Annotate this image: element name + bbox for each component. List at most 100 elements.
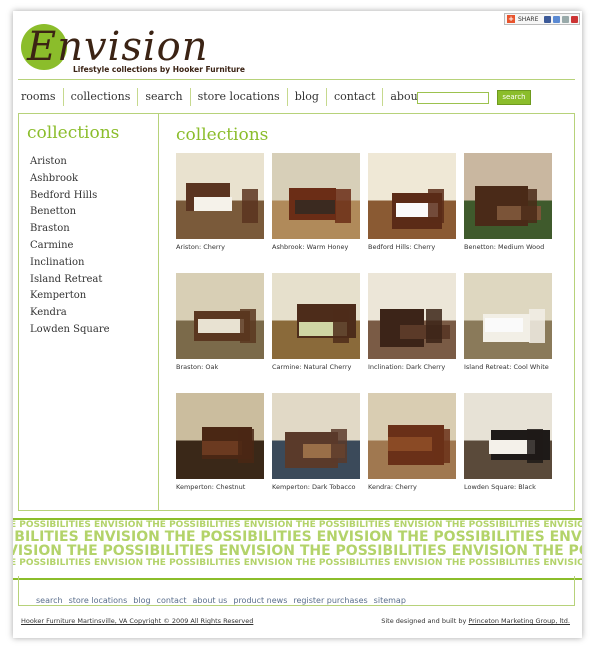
logo-tagline: Lifestyle collections by Hooker Furnitur… xyxy=(73,65,245,74)
banner-line: E POSSIBILITIES ENVISION THE POSSIBILITI… xyxy=(13,558,582,568)
furniture-side xyxy=(335,189,351,223)
share-button[interactable]: + SHARE xyxy=(504,13,580,25)
search-button[interactable]: search xyxy=(497,90,531,105)
header-rule xyxy=(18,79,575,80)
collection-card[interactable]: Kemperton: Dark Tobacco xyxy=(272,393,360,491)
sidebar-item-kendra[interactable]: Kendra xyxy=(30,305,110,322)
furniture-accent xyxy=(198,319,244,333)
page: + SHARE Envision Lifestyle collections b… xyxy=(13,11,582,638)
facebook-icon[interactable] xyxy=(544,15,552,23)
sidebar-item-benetton[interactable]: Benetton xyxy=(30,204,110,221)
delicious-icon[interactable] xyxy=(553,15,561,23)
sidebar-list: Ariston Ashbrook Bedford Hills Benetton … xyxy=(30,154,110,339)
collection-card[interactable]: Ashbrook: Warm Honey xyxy=(272,153,360,251)
column-divider xyxy=(158,113,159,511)
sidebar-item-kemperton[interactable]: Kemperton xyxy=(30,288,110,305)
collection-card[interactable]: Carmine: Natural Cherry xyxy=(272,273,360,371)
furniture-side xyxy=(426,309,442,343)
furniture-side xyxy=(521,189,537,223)
collection-caption: Ariston: Cherry xyxy=(176,243,225,251)
sidebar-item-ariston[interactable]: Ariston xyxy=(30,154,110,171)
collection-caption: Braston: Oak xyxy=(176,363,219,371)
collection-thumbnail[interactable] xyxy=(176,153,264,239)
collection-card[interactable]: Bedford Hills: Cherry xyxy=(368,153,456,251)
collection-card[interactable]: Kemperton: Chestnut xyxy=(176,393,264,491)
logo-wordmark: Envision xyxy=(27,24,209,70)
collection-thumbnail[interactable] xyxy=(272,273,360,359)
main-nav: rooms collections search store locations… xyxy=(18,87,445,107)
nav-collections[interactable]: collections xyxy=(62,88,138,106)
collection-card[interactable]: Kendra: Cherry xyxy=(368,393,456,491)
nav-search[interactable]: search xyxy=(137,88,189,106)
sidebar-item-bedford-hills[interactable]: Bedford Hills xyxy=(30,188,110,205)
sidebar-item-lowden-square[interactable]: Lowden Square xyxy=(30,322,110,339)
collection-thumbnail[interactable] xyxy=(272,153,360,239)
collection-card[interactable]: Benetton: Medium Wood xyxy=(464,153,552,251)
credit-link[interactable]: Princeton Marketing Group, ltd. xyxy=(468,617,570,625)
sidebar-item-inclination[interactable]: Inclination xyxy=(30,255,110,272)
footer-nav: search store locations blog contact abou… xyxy=(36,596,406,605)
site-credit: Site designed and built by Princeton Mar… xyxy=(381,617,570,625)
sidebar-item-island-retreat[interactable]: Island Retreat xyxy=(30,272,110,289)
footer-link-product-news[interactable]: product news xyxy=(233,596,287,605)
collection-caption: Kemperton: Chestnut xyxy=(176,483,246,491)
sidebar-item-ashbrook[interactable]: Ashbrook xyxy=(30,171,110,188)
footer-link-sitemap[interactable]: sitemap xyxy=(374,596,406,605)
furniture-accent xyxy=(202,441,242,455)
collection-caption: Kendra: Cherry xyxy=(368,483,417,491)
collection-caption: Lowden Square: Black xyxy=(464,483,536,491)
sidebar-item-braston[interactable]: Braston xyxy=(30,221,110,238)
sidebar-title: collections xyxy=(27,123,120,143)
nav-store-locations[interactable]: store locations xyxy=(189,88,287,106)
collection-caption: Kemperton: Dark Tobacco xyxy=(272,483,356,491)
collection-caption: Island Retreat: Cool White xyxy=(464,363,549,371)
furniture-accent xyxy=(485,318,523,332)
furniture-accent xyxy=(400,325,450,339)
possibilities-banner: E POSSIBILITIES ENVISION THE POSSIBILITI… xyxy=(13,518,582,580)
furniture-side xyxy=(428,189,444,223)
share-label: SHARE xyxy=(518,15,539,23)
collection-card[interactable]: Inclination: Dark Cherry xyxy=(368,273,456,371)
furniture-side xyxy=(434,429,450,463)
collection-caption: Ashbrook: Warm Honey xyxy=(272,243,349,251)
copyright-link[interactable]: Hooker Furniture Martinsville, VA Copyri… xyxy=(21,617,253,625)
sidebar-item-carmine[interactable]: Carmine xyxy=(30,238,110,255)
collection-thumbnail[interactable] xyxy=(464,153,552,239)
credit-prefix: Site designed and built by xyxy=(381,617,467,625)
collection-card[interactable]: Braston: Oak xyxy=(176,273,264,371)
collection-thumbnail[interactable] xyxy=(368,273,456,359)
nav-rooms[interactable]: rooms xyxy=(18,88,63,106)
banner-line: VISION THE POSSIBILITIES ENVISION THE PO… xyxy=(13,543,582,559)
furniture-accent xyxy=(388,437,432,451)
logo[interactable]: Envision Lifestyle collections by Hooker… xyxy=(21,23,245,79)
banner-line: SIBILITIES ENVISION THE POSSIBILITIES EN… xyxy=(13,529,582,545)
collection-card[interactable]: Ariston: Cherry xyxy=(176,153,264,251)
collection-card[interactable]: Lowden Square: Black xyxy=(464,393,552,491)
email-icon[interactable] xyxy=(562,15,570,23)
nav-blog[interactable]: blog xyxy=(286,88,326,106)
page-title: collections xyxy=(176,125,269,145)
collection-thumbnail[interactable] xyxy=(368,393,456,479)
nav-contact[interactable]: contact xyxy=(325,88,382,106)
collection-thumbnail[interactable] xyxy=(464,393,552,479)
plus-icon: + xyxy=(507,15,515,23)
collection-thumbnail[interactable] xyxy=(176,273,264,359)
collection-thumbnail[interactable] xyxy=(464,273,552,359)
footer-link-register-purchases[interactable]: register purchases xyxy=(293,596,367,605)
furniture-side xyxy=(238,429,254,463)
collection-thumbnail[interactable] xyxy=(368,153,456,239)
search-input[interactable] xyxy=(417,92,489,104)
furniture-accent xyxy=(295,200,335,214)
footer-link-store-locations[interactable]: store locations xyxy=(69,596,128,605)
footer-link-blog[interactable]: blog xyxy=(133,596,150,605)
collection-thumbnail[interactable] xyxy=(272,393,360,479)
collection-card[interactable]: Island Retreat: Cool White xyxy=(464,273,552,371)
footer-link-search[interactable]: search xyxy=(36,596,63,605)
collection-caption: Carmine: Natural Cherry xyxy=(272,363,352,371)
furniture-side xyxy=(529,309,545,343)
collection-caption: Benetton: Medium Wood xyxy=(464,243,545,251)
more-icon[interactable] xyxy=(571,15,579,23)
collection-thumbnail[interactable] xyxy=(176,393,264,479)
footer-link-about-us[interactable]: about us xyxy=(192,596,227,605)
footer-link-contact[interactable]: contact xyxy=(157,596,187,605)
